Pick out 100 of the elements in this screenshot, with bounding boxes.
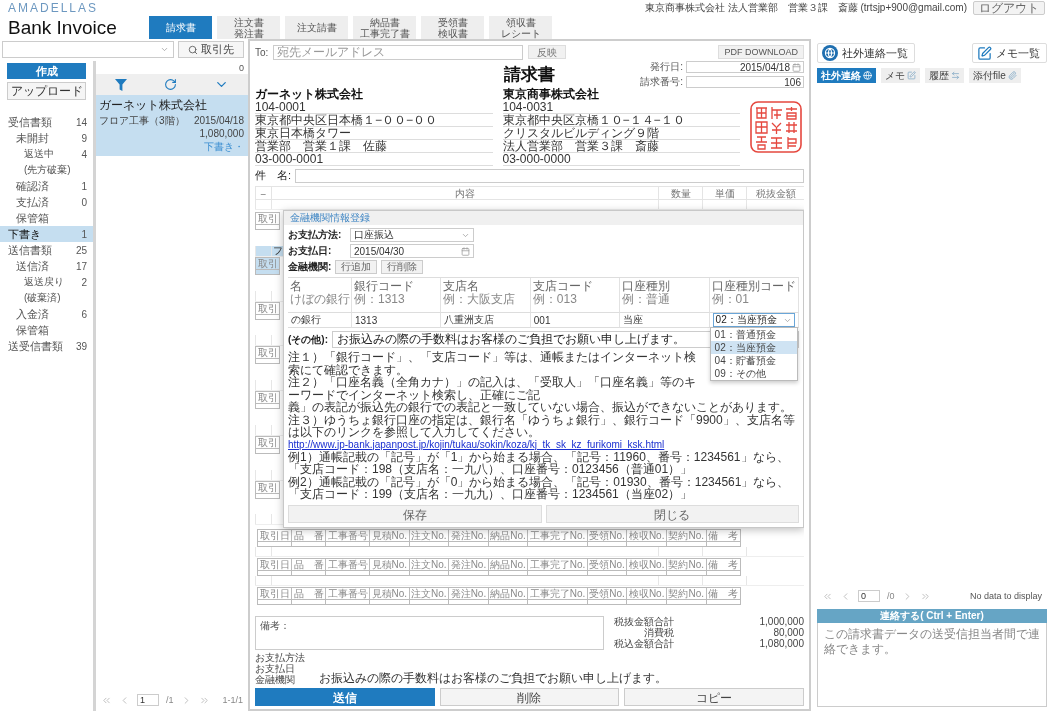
- date-field[interactable]: 2015/04/18: [686, 61, 804, 73]
- total-value: 80,000: [773, 627, 804, 638]
- panel-tab[interactable]: メモ: [881, 68, 920, 83]
- address-line: クリスタルビルディング９階: [502, 127, 659, 139]
- dropdown-option[interactable]: 09：その他: [710, 367, 797, 380]
- date-text: 2015/04/18: [193, 113, 244, 127]
- globe-icon: [863, 71, 872, 80]
- folder-item[interactable]: (先方破棄): [0, 162, 93, 178]
- note-text: 注１）「銀行コード」、「支店コード」等は、通帳またはインターネット検索にて確認できます。: [288, 351, 697, 376]
- fee-note: お振込みの際の手数料はお客様のご負担でお願い申し上げます。: [319, 672, 667, 685]
- dropdown-option[interactable]: 02：当座預金: [710, 341, 797, 354]
- number-field[interactable]: 106: [686, 76, 804, 88]
- empty-message: No data to display: [969, 591, 1042, 601]
- column-header: 工事完了No.: [528, 558, 588, 571]
- document-tab[interactable]: 請求書: [149, 16, 212, 39]
- action-button[interactable]: 削除: [439, 688, 620, 706]
- folder-item[interactable]: 返送戻り 2: [0, 274, 93, 290]
- date-field[interactable]: 2015/04/30: [350, 244, 474, 258]
- pdf-download-button[interactable]: PDF DOWNLOAD: [718, 45, 804, 59]
- panel-tab[interactable]: 履歴: [925, 68, 964, 83]
- page-input[interactable]: 1: [137, 694, 159, 706]
- reflect-button[interactable]: 反映: [528, 45, 567, 59]
- account-type-select[interactable]: 02：当座預金: [712, 313, 795, 327]
- url-link[interactable]: http://www.jp-bank.japanpost.jp/kojin/tukau/sokin/koza/kj_tk_sk_kz_furikomi_ksk.html: [288, 438, 665, 451]
- column-header: 工事番号: [326, 558, 370, 571]
- folder-item[interactable]: 下書き 1: [0, 226, 93, 242]
- folder-item[interactable]: 送信済 17: [0, 258, 93, 274]
- filter-icon[interactable]: [114, 78, 127, 91]
- row-button[interactable]: 行追加: [335, 260, 378, 274]
- partner-select[interactable]: [2, 41, 174, 58]
- payment-label: 金融機関: [255, 674, 295, 685]
- folder-item[interactable]: 未開封 9: [0, 130, 93, 146]
- panel-tab[interactable]: 添付file: [969, 68, 1021, 83]
- total-label: 税込金額合計: [614, 638, 674, 649]
- globe-icon: [822, 45, 838, 61]
- email-field[interactable]: 宛先メールアドレス: [273, 44, 524, 60]
- document-tab[interactable]: 納品書 工事完了書: [353, 16, 416, 39]
- partner-search-button[interactable]: 取引先: [178, 41, 244, 58]
- column-header: 工事完了No.: [528, 587, 588, 600]
- message-field[interactable]: この請求書データの送受信担当者間で連絡できます。: [817, 623, 1047, 707]
- address-line: 03-000-0001: [255, 153, 324, 165]
- dropdown-option[interactable]: 04：貯蓄預金: [710, 354, 797, 367]
- send-button[interactable]: 送信: [255, 688, 435, 706]
- panel-tab[interactable]: 社外連絡: [817, 68, 876, 83]
- column-header: 取引: [256, 347, 280, 360]
- memo-list-button[interactable]: メモ一覧: [972, 43, 1047, 63]
- column-header: 備 考: [706, 529, 741, 542]
- folder-item[interactable]: 支払済 0: [0, 194, 93, 210]
- column-header: 取引: [256, 481, 280, 494]
- field-label: (その他):: [288, 332, 328, 347]
- column-header: 契約No.: [666, 558, 707, 571]
- folder-item[interactable]: 返送中 4: [0, 146, 93, 162]
- subject-field[interactable]: [295, 168, 804, 183]
- count-label: 39: [75, 340, 87, 352]
- document-tab[interactable]: 領収書 レシート: [489, 16, 552, 39]
- folder-item[interactable]: 入金済 6: [0, 306, 93, 322]
- dropdown-option[interactable]: 01：普通預金: [710, 328, 797, 341]
- remarks-field[interactable]: 備考：: [255, 616, 604, 650]
- page-input[interactable]: 0: [858, 590, 880, 602]
- logout-button[interactable]: ログアウト: [973, 1, 1045, 15]
- folder-item[interactable]: 送信書類 25: [0, 242, 93, 258]
- field-label: 金融機関:: [288, 260, 332, 274]
- count-label: 0: [81, 196, 87, 208]
- example-text: 例：1313: [354, 293, 405, 306]
- column-header: 取引: [256, 213, 280, 225]
- document-tab[interactable]: 注文書 発注書: [217, 16, 280, 39]
- document-list-item[interactable]: ガーネット株式会社 フロア工事（3階） 2015/04/18 1,080,000 下書き・: [96, 95, 248, 156]
- dialog-button[interactable]: 保存: [288, 504, 542, 523]
- dialog-button[interactable]: 閉じる: [545, 504, 799, 523]
- column-header: 検収No.: [627, 558, 667, 571]
- folder-item[interactable]: 送受信書類 39: [0, 338, 93, 354]
- folder-item[interactable]: 保管箱: [0, 322, 93, 338]
- action-button[interactable]: コピー: [624, 688, 804, 706]
- folder-item[interactable]: 確認済 1: [0, 178, 93, 194]
- column-header: 受領No.: [587, 529, 628, 542]
- count-label: 9: [81, 132, 87, 144]
- create-button[interactable]: 作成: [7, 63, 86, 79]
- contact-list-button[interactable]: 社外連絡一覧: [817, 43, 915, 63]
- column-header: 取引: [256, 302, 280, 315]
- payment-method-select[interactable]: 口座振込: [350, 228, 474, 242]
- folder-item[interactable]: (破棄済): [0, 290, 93, 306]
- edit-icon: [907, 71, 916, 80]
- address-line: 東京都中央区日本橋１−００−００: [255, 114, 437, 126]
- count-label: 1: [81, 180, 87, 192]
- refresh-icon[interactable]: [164, 78, 177, 91]
- column-header: 注文No.: [409, 587, 450, 600]
- column-header: 発注No.: [449, 587, 489, 600]
- folder-item[interactable]: 受信書類 14: [0, 114, 93, 130]
- column-header: 契約No.: [666, 529, 707, 542]
- table-cell: 当座: [620, 312, 710, 328]
- column-header: 検収No.: [627, 587, 667, 600]
- row-button[interactable]: 行削除: [381, 260, 424, 274]
- document-tab[interactable]: 注文請書: [285, 16, 348, 39]
- address-line: 東京日本橋タワー: [255, 127, 351, 139]
- example-text: 例：013: [532, 293, 577, 306]
- document-tab[interactable]: 受領書 検収書: [421, 16, 484, 39]
- folder-item[interactable]: 保管箱: [0, 210, 93, 226]
- page-total: /0: [887, 591, 895, 601]
- upload-button[interactable]: アップロード: [7, 82, 86, 100]
- column-header: 支店コード: [532, 280, 593, 293]
